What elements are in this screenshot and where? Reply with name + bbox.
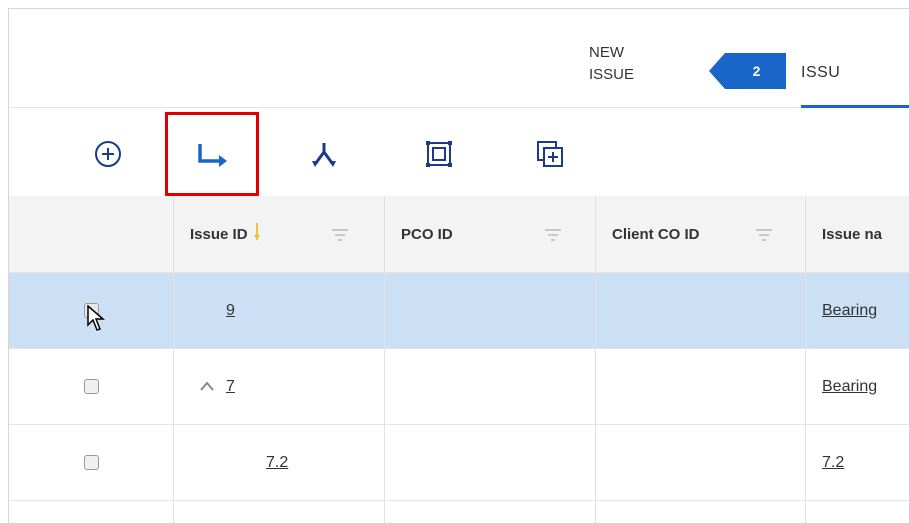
- tab-issues[interactable]: ISSU: [801, 64, 840, 82]
- column-header-label: Issue ID: [190, 225, 248, 243]
- row-checkbox[interactable]: [83, 303, 105, 331]
- table-row[interactable]: 7 Bearing: [9, 349, 909, 425]
- row-checkbox[interactable]: [83, 455, 99, 470]
- new-issue-button[interactable]: NEW ISSUE: [589, 42, 679, 86]
- column-header-client-co-id[interactable]: Client CO ID: [596, 196, 806, 272]
- select-cell: [9, 349, 174, 424]
- filter-icon[interactable]: [756, 228, 772, 245]
- column-header-issue-name[interactable]: Issue na: [806, 196, 909, 272]
- column-header-issue-id[interactable]: Issue ID: [174, 196, 385, 272]
- issue-id-link[interactable]: 9: [226, 302, 235, 320]
- top-bar: NEW ISSUE 2 ISSU: [9, 9, 909, 108]
- issue-id-cell: 9: [174, 273, 385, 348]
- merge-icon[interactable]: [302, 132, 346, 176]
- issue-name-cell: 7.2: [806, 425, 909, 500]
- issue-name-cell: Bearing: [806, 273, 909, 348]
- client-co-id-cell: [596, 273, 806, 348]
- issue-id-link[interactable]: 7.2: [266, 454, 288, 472]
- count-badge: 2: [709, 53, 786, 89]
- pco-id-cell: [385, 273, 596, 348]
- new-issue-label-line2: ISSUE: [589, 66, 635, 83]
- issue-id-cell: 7: [174, 349, 385, 424]
- table-header-row: Issue ID PCO ID Client CO ID Issue na: [9, 196, 909, 273]
- pco-id-cell: [385, 425, 596, 500]
- new-issue-label-line1: NEW: [589, 44, 624, 61]
- issue-id-cell: 7.2: [174, 425, 385, 500]
- frame-icon[interactable]: [417, 132, 461, 176]
- filter-icon[interactable]: [545, 228, 561, 245]
- column-header-label: Issue na: [822, 225, 883, 243]
- table-row-partial: [9, 501, 909, 523]
- issue-name-link[interactable]: Bearing: [822, 302, 877, 320]
- client-co-id-cell: [596, 349, 806, 424]
- pco-id-cell: [385, 349, 596, 424]
- toolbar: [9, 109, 909, 199]
- active-tab-indicator: [801, 105, 909, 108]
- app-frame: NEW ISSUE 2 ISSU Issue ID PCO ID Client …: [8, 8, 909, 523]
- mouse-cursor-icon: [86, 305, 105, 331]
- duplicate-icon[interactable]: [528, 132, 572, 176]
- select-cell: [9, 273, 174, 348]
- column-header-label: PCO ID: [401, 225, 453, 243]
- select-cell: [9, 425, 174, 500]
- count-badge-value: 2: [752, 63, 761, 79]
- add-circle-icon[interactable]: [86, 132, 130, 176]
- issue-name-link[interactable]: Bearing: [822, 378, 877, 396]
- issue-name-cell: Bearing: [806, 349, 909, 424]
- table-row[interactable]: 7.2 7.2: [9, 425, 909, 501]
- sort-down-icon[interactable]: [253, 223, 260, 245]
- issue-name-link[interactable]: 7.2: [822, 454, 844, 472]
- row-checkbox[interactable]: [83, 379, 99, 394]
- filter-icon[interactable]: [332, 228, 348, 245]
- column-header-pco-id[interactable]: PCO ID: [385, 196, 596, 272]
- column-header-label: Client CO ID: [612, 225, 700, 243]
- client-co-id-cell: [596, 425, 806, 500]
- table-row[interactable]: 9 Bearing: [9, 273, 909, 349]
- header-select-cell: [9, 196, 174, 272]
- chevron-up-icon[interactable]: [200, 378, 214, 396]
- highlight-box: [165, 112, 259, 196]
- issue-id-link[interactable]: 7: [226, 378, 235, 396]
